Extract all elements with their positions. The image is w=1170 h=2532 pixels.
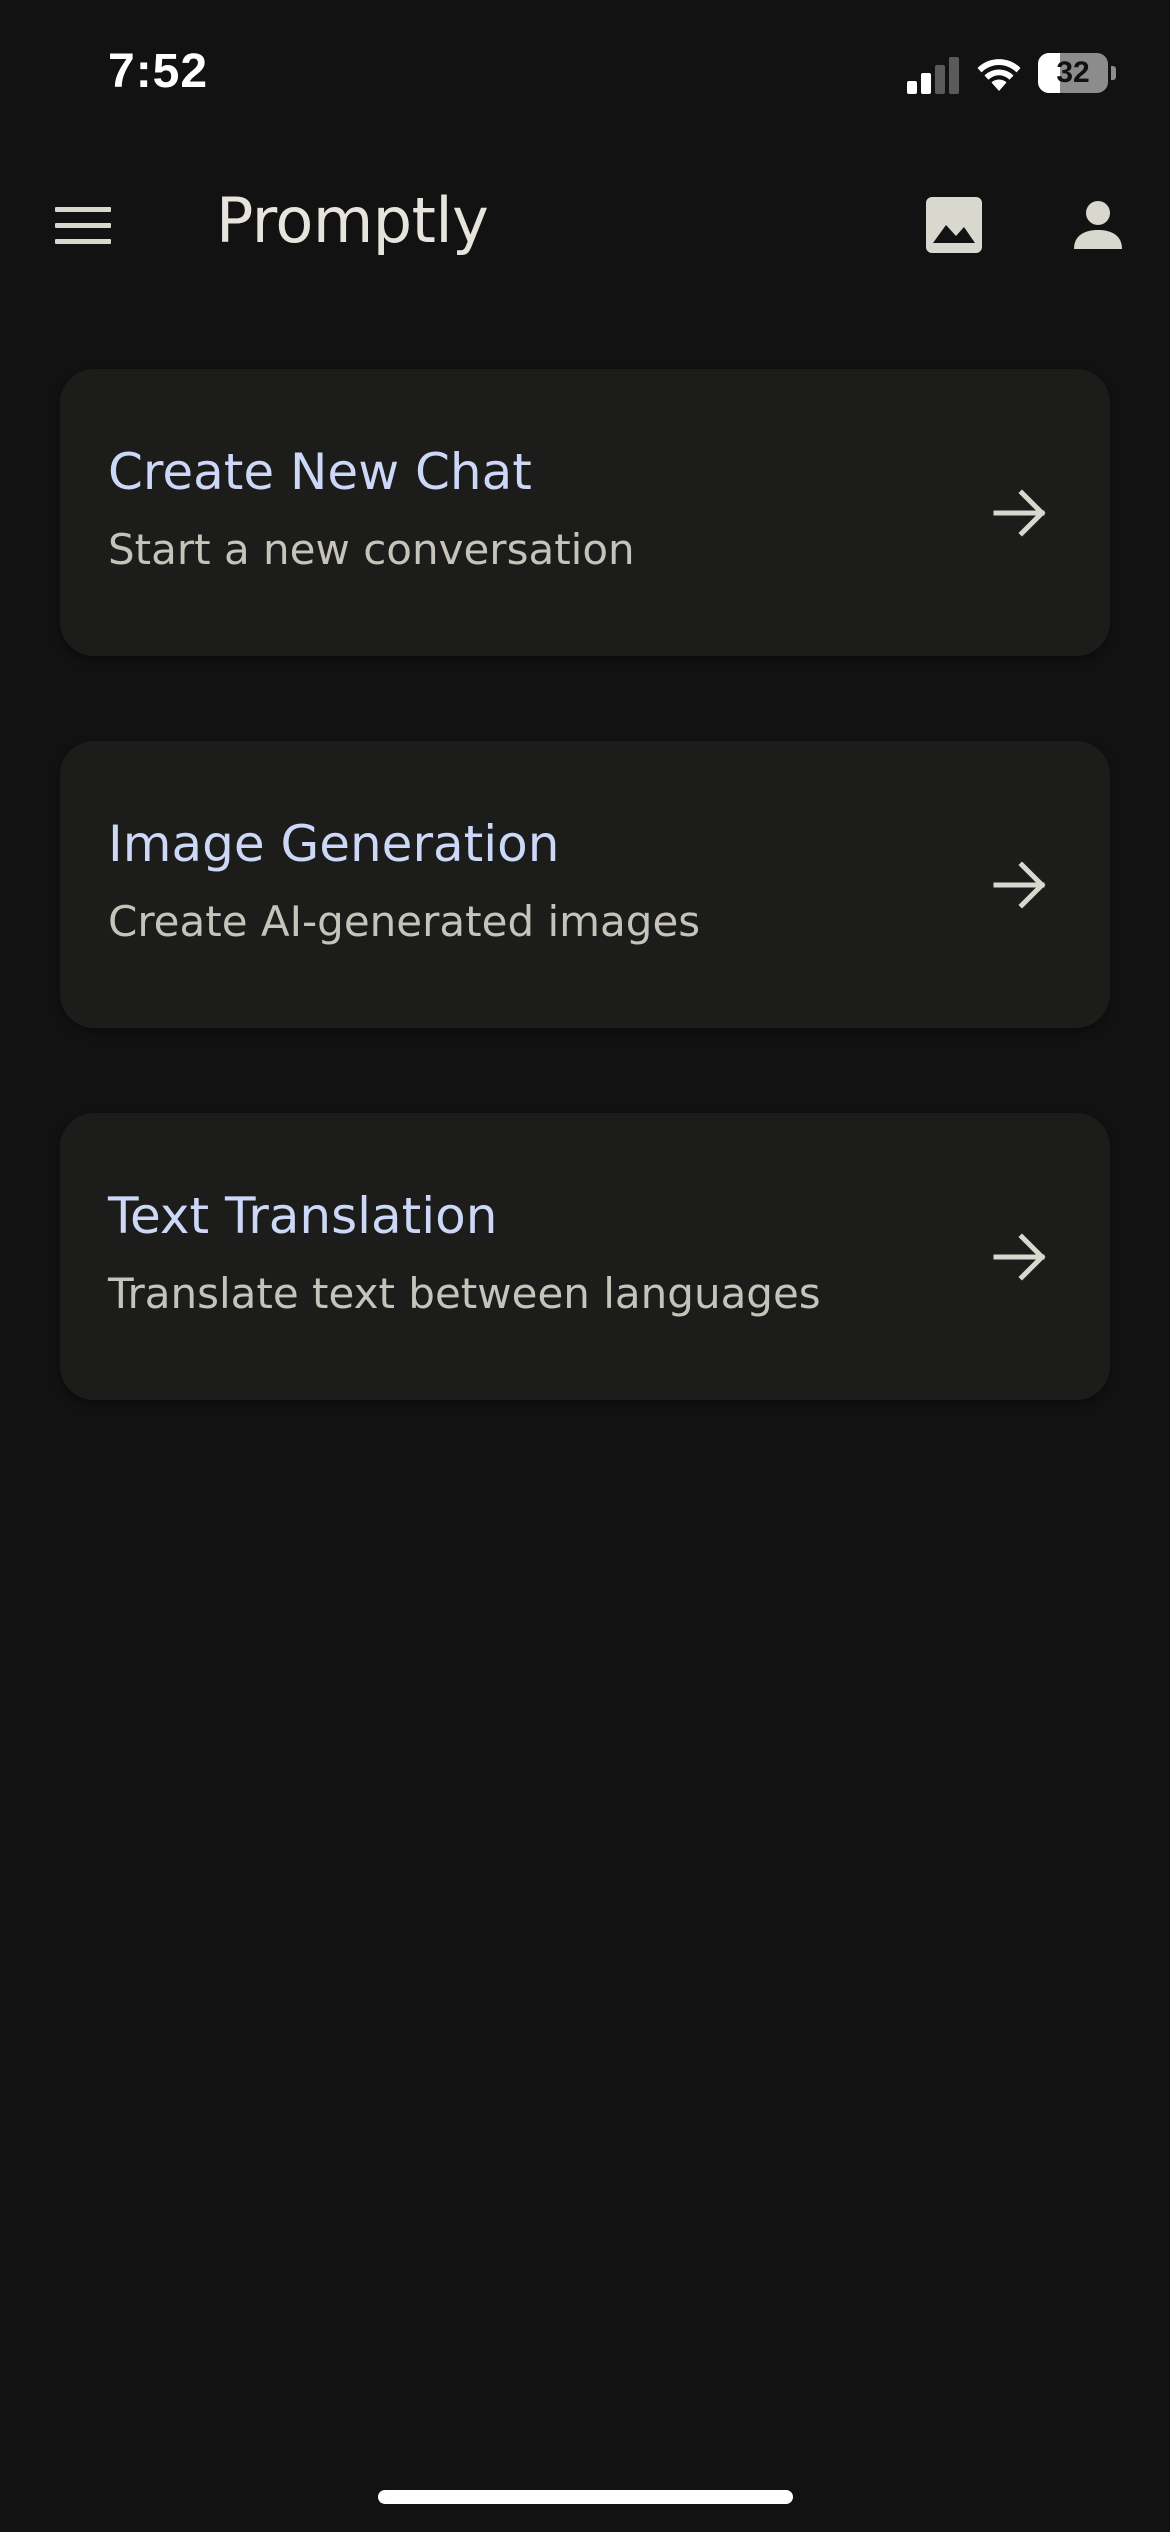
image-icon — [926, 197, 982, 253]
card-subtitle: Start a new conversation — [108, 525, 635, 574]
create-new-chat-card[interactable]: Create New Chat Start a new conversation — [60, 369, 1110, 656]
account-icon — [1074, 201, 1122, 249]
image-generation-card[interactable]: Image Generation Create AI-generated ima… — [60, 741, 1110, 1028]
arrow-right-icon — [993, 489, 1046, 537]
account-button[interactable] — [1054, 187, 1142, 263]
status-time: 7:52 — [108, 45, 209, 98]
card-title: Image Generation — [108, 815, 560, 873]
signal-icon — [907, 57, 959, 94]
battery-level: 32 — [1056, 56, 1090, 89]
card-title: Text Translation — [108, 1187, 498, 1245]
app-bar: Promptly — [0, 150, 1170, 300]
menu-button[interactable] — [44, 187, 124, 263]
card-subtitle: Translate text between languages — [108, 1269, 821, 1318]
battery-cap — [1111, 66, 1116, 80]
app-title: Promptly — [216, 184, 489, 257]
feature-card-list: Create New Chat Start a new conversation… — [60, 369, 1110, 1485]
card-title: Create New Chat — [108, 443, 532, 501]
wifi-icon — [977, 59, 1021, 91]
text-translation-card[interactable]: Text Translation Translate text between … — [60, 1113, 1110, 1400]
card-subtitle: Create AI-generated images — [108, 897, 701, 946]
battery-icon: 32 — [1038, 53, 1116, 93]
image-generation-button[interactable] — [910, 187, 998, 263]
battery-body: 32 — [1038, 53, 1108, 93]
status-bar: 7:52 32 — [0, 0, 1170, 150]
arrow-right-icon — [993, 1233, 1046, 1281]
menu-icon — [55, 207, 111, 244]
home-indicator[interactable] — [378, 2490, 793, 2504]
arrow-right-icon — [993, 861, 1046, 909]
